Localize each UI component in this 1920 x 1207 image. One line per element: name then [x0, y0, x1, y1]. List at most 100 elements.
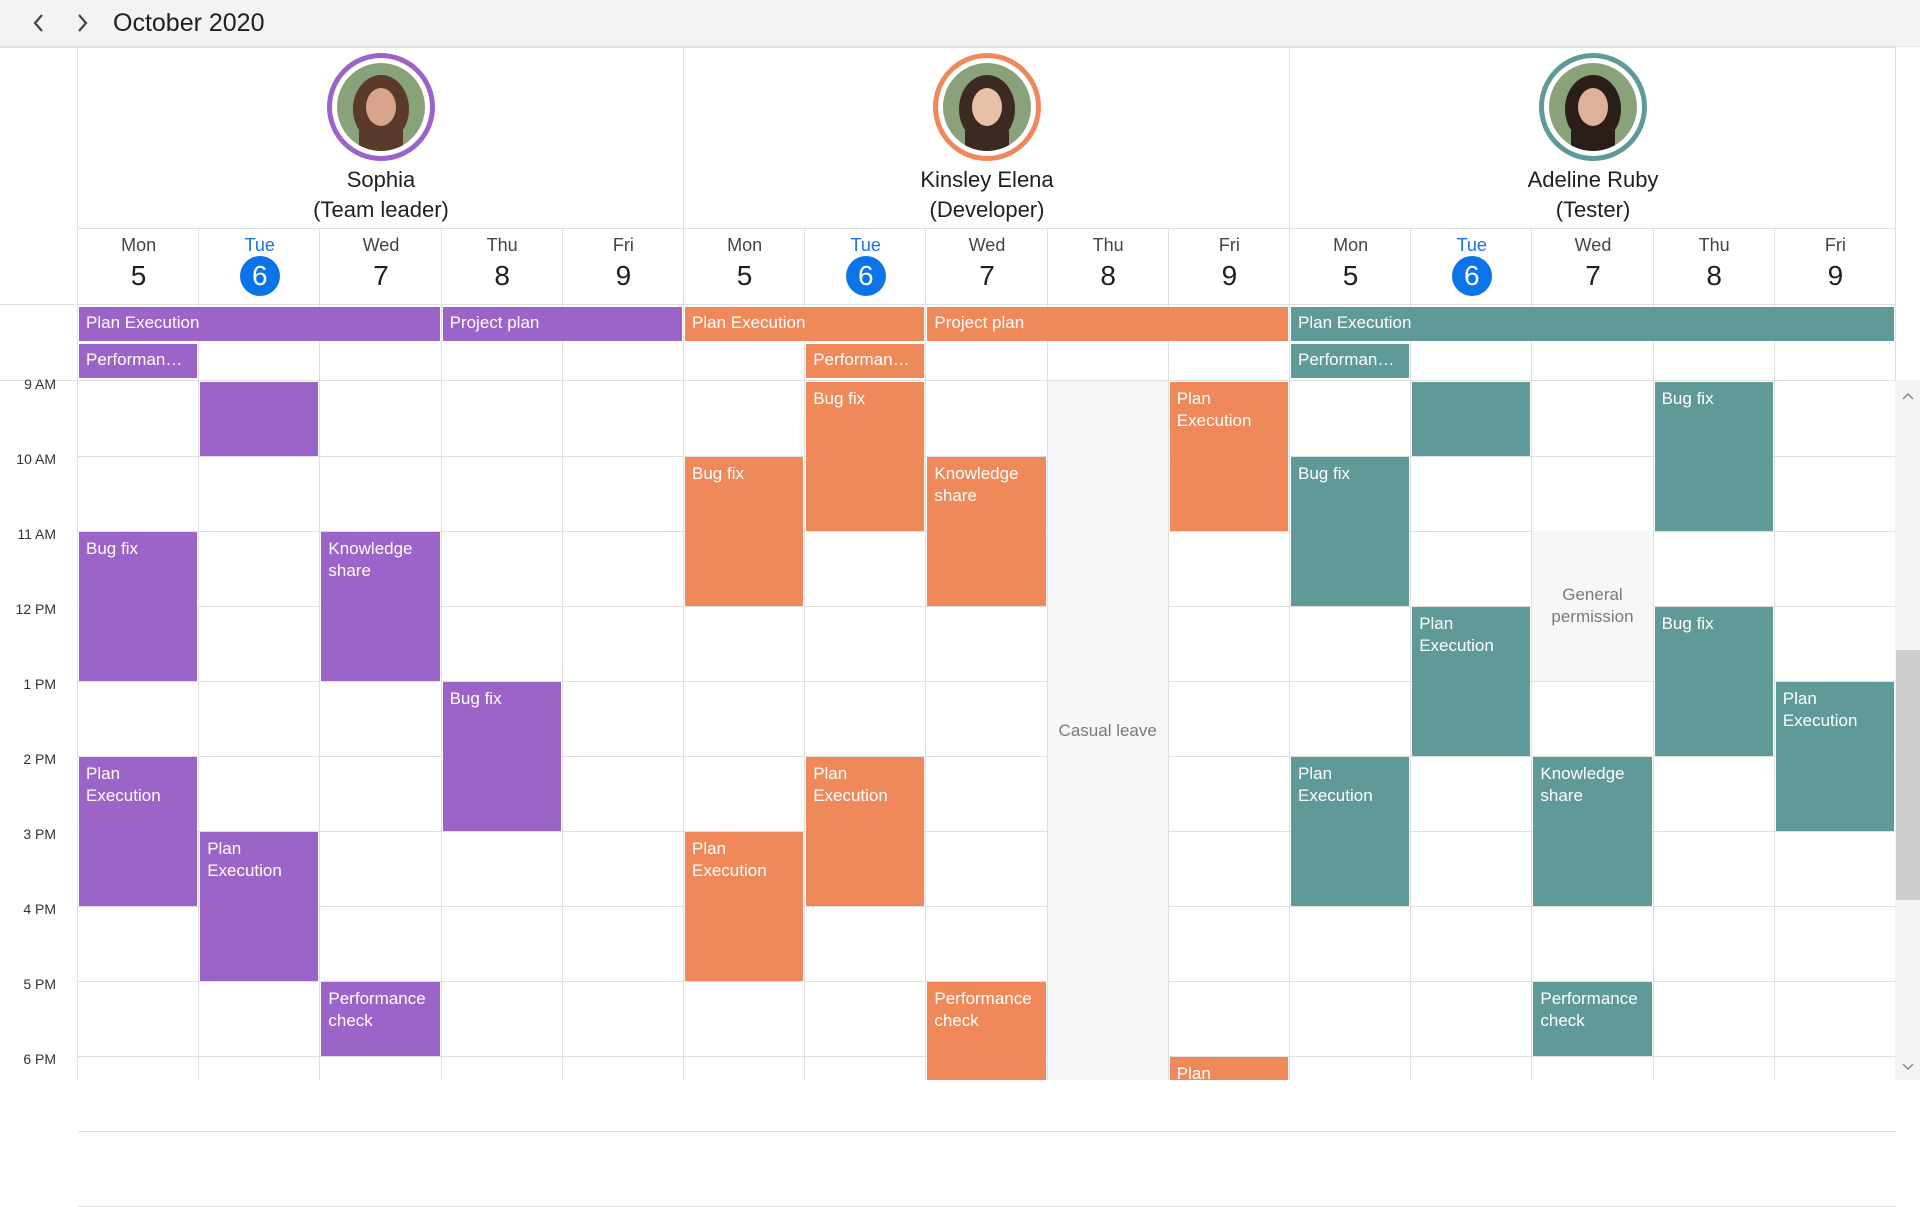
- day-of-week: Mon: [727, 235, 763, 255]
- time-label: 12 PM: [15, 601, 56, 617]
- scroll-down-icon[interactable]: [1898, 1058, 1918, 1076]
- event-appointment[interactable]: Plan Execution: [806, 757, 925, 906]
- all-day-event[interactable]: Plan Execution: [79, 307, 440, 341]
- event-appointment[interactable]: Knowledge share: [927, 457, 1046, 606]
- day-number: 9: [1827, 260, 1844, 291]
- day-of-week: Mon: [121, 235, 157, 255]
- blocked-time-region: Casual leave: [1047, 381, 1168, 1080]
- day-header-tue[interactable]: Tue 6: [805, 228, 926, 304]
- event-appointment[interactable]: Bug fix: [442, 682, 561, 831]
- event-appointment[interactable]: [1412, 382, 1531, 456]
- event-appointment[interactable]: Plan Execution: [1169, 382, 1288, 531]
- day-header-wed[interactable]: Wed 7: [320, 228, 441, 304]
- month-title[interactable]: October 2020: [113, 8, 265, 38]
- day-number: 6: [845, 256, 886, 296]
- day-header-fri[interactable]: Fri 9: [1775, 228, 1896, 304]
- day-of-week: Wed: [1574, 235, 1612, 255]
- next-button[interactable]: [67, 8, 97, 38]
- all-day-event[interactable]: Project plan: [927, 307, 1288, 341]
- day-of-week: Thu: [486, 235, 518, 255]
- time-label: 6 PM: [23, 1051, 56, 1067]
- event-appointment[interactable]: Knowledge share: [1533, 757, 1652, 906]
- all-day-event[interactable]: Performance check: [806, 344, 925, 378]
- day-of-week: Tue: [244, 235, 275, 255]
- day-number: 8: [494, 260, 510, 291]
- event-appointment[interactable]: Bug fix: [806, 382, 925, 531]
- day-line: [440, 228, 442, 1080]
- event-appointment[interactable]: Plan Execution: [200, 832, 319, 981]
- resource-role: (Team leader): [313, 197, 449, 222]
- day-number: 9: [1221, 260, 1238, 291]
- time-label: 3 PM: [23, 826, 56, 842]
- event-appointment[interactable]: [200, 382, 319, 456]
- day-number: 7: [979, 260, 995, 291]
- event-appointment[interactable]: Plan: [1169, 1057, 1288, 1080]
- day-header-wed[interactable]: Wed 7: [926, 228, 1047, 304]
- event-appointment[interactable]: Bug fix: [1654, 382, 1773, 531]
- scroll-up-icon[interactable]: [1898, 387, 1918, 405]
- day-header-thu[interactable]: Thu 8: [1654, 228, 1775, 304]
- day-number: 5: [736, 260, 753, 291]
- day-of-week: Tue: [850, 235, 881, 255]
- day-of-week: Fri: [612, 235, 634, 255]
- event-appointment[interactable]: Plan Execution: [685, 832, 804, 981]
- resource-name: Sophia: [346, 167, 416, 192]
- hour-line: [78, 906, 1896, 907]
- resource-role: (Tester): [1555, 197, 1631, 222]
- day-header-fri[interactable]: Fri 9: [1169, 228, 1290, 304]
- resource-header-sophia[interactable]: Sophia (Team leader): [78, 47, 684, 228]
- resource-role: (Developer): [929, 197, 1045, 222]
- day-line: [925, 228, 927, 1080]
- event-appointment[interactable]: Performance check: [321, 982, 440, 1056]
- all-day-event[interactable]: Project plan: [442, 307, 682, 341]
- event-appointment[interactable]: Performance check: [1533, 982, 1652, 1056]
- event-appointment[interactable]: Bug fix: [1291, 457, 1410, 606]
- day-line: [561, 228, 563, 1080]
- day-header-mon[interactable]: Mon 5: [78, 228, 199, 304]
- day-header-mon[interactable]: Mon 5: [1290, 228, 1411, 304]
- resource-name: Adeline Ruby: [1527, 167, 1659, 192]
- event-appointment[interactable]: Knowledge share: [321, 532, 440, 681]
- day-of-week: Thu: [1698, 235, 1730, 255]
- event-appointment[interactable]: Performance check: [927, 982, 1046, 1080]
- day-of-week: Wed: [968, 235, 1006, 255]
- event-appointment[interactable]: Bug fix: [685, 457, 804, 606]
- day-header-thu[interactable]: Thu 8: [442, 228, 563, 304]
- day-of-week: Tue: [1456, 235, 1487, 255]
- all-day-event[interactable]: Plan Execution: [685, 307, 925, 341]
- day-header-mon[interactable]: Mon 5: [684, 228, 805, 304]
- avatar-photo: [943, 63, 1031, 151]
- all-day-event[interactable]: Plan Execution: [1291, 307, 1894, 341]
- day-number: 7: [1585, 260, 1601, 291]
- previous-button[interactable]: [24, 8, 54, 38]
- all-day-event[interactable]: Performance check: [79, 344, 198, 378]
- day-line: [1652, 228, 1654, 1080]
- hour-line: [78, 681, 1896, 682]
- day-number: 8: [1706, 260, 1722, 291]
- day-header-tue[interactable]: Tue 6: [1411, 228, 1532, 304]
- day-number: 6: [1451, 256, 1492, 296]
- day-number: 9: [615, 260, 632, 291]
- resource-header-kinsley[interactable]: Kinsley Elena (Developer): [684, 47, 1290, 228]
- event-appointment[interactable]: Plan Execution: [1412, 607, 1531, 756]
- all-day-event[interactable]: Performance check: [1291, 344, 1410, 378]
- day-number: 5: [130, 260, 147, 291]
- event-appointment[interactable]: Bug fix: [79, 532, 198, 681]
- day-of-week: Fri: [1218, 235, 1240, 255]
- scrollbar-thumb[interactable]: [1896, 650, 1920, 900]
- event-appointment[interactable]: Plan Execution: [1775, 682, 1894, 831]
- time-label: 5 PM: [23, 976, 56, 992]
- day-header-thu[interactable]: Thu 8: [1048, 228, 1169, 304]
- hour-line: [78, 1131, 1896, 1132]
- avatar: [933, 53, 1041, 161]
- resource-header-adeline[interactable]: Adeline Ruby (Tester): [1290, 47, 1896, 228]
- event-appointment[interactable]: Plan Execution: [1291, 757, 1410, 906]
- chevron-left-icon: [33, 14, 43, 32]
- day-of-week: Thu: [1092, 235, 1124, 255]
- day-header-wed[interactable]: Wed 7: [1532, 228, 1653, 304]
- day-header-tue[interactable]: Tue 6: [199, 228, 320, 304]
- day-header-fri[interactable]: Fri 9: [563, 228, 684, 304]
- day-of-week: Wed: [362, 235, 400, 255]
- event-appointment[interactable]: Bug fix: [1654, 607, 1773, 756]
- event-appointment[interactable]: Plan Execution: [79, 757, 198, 906]
